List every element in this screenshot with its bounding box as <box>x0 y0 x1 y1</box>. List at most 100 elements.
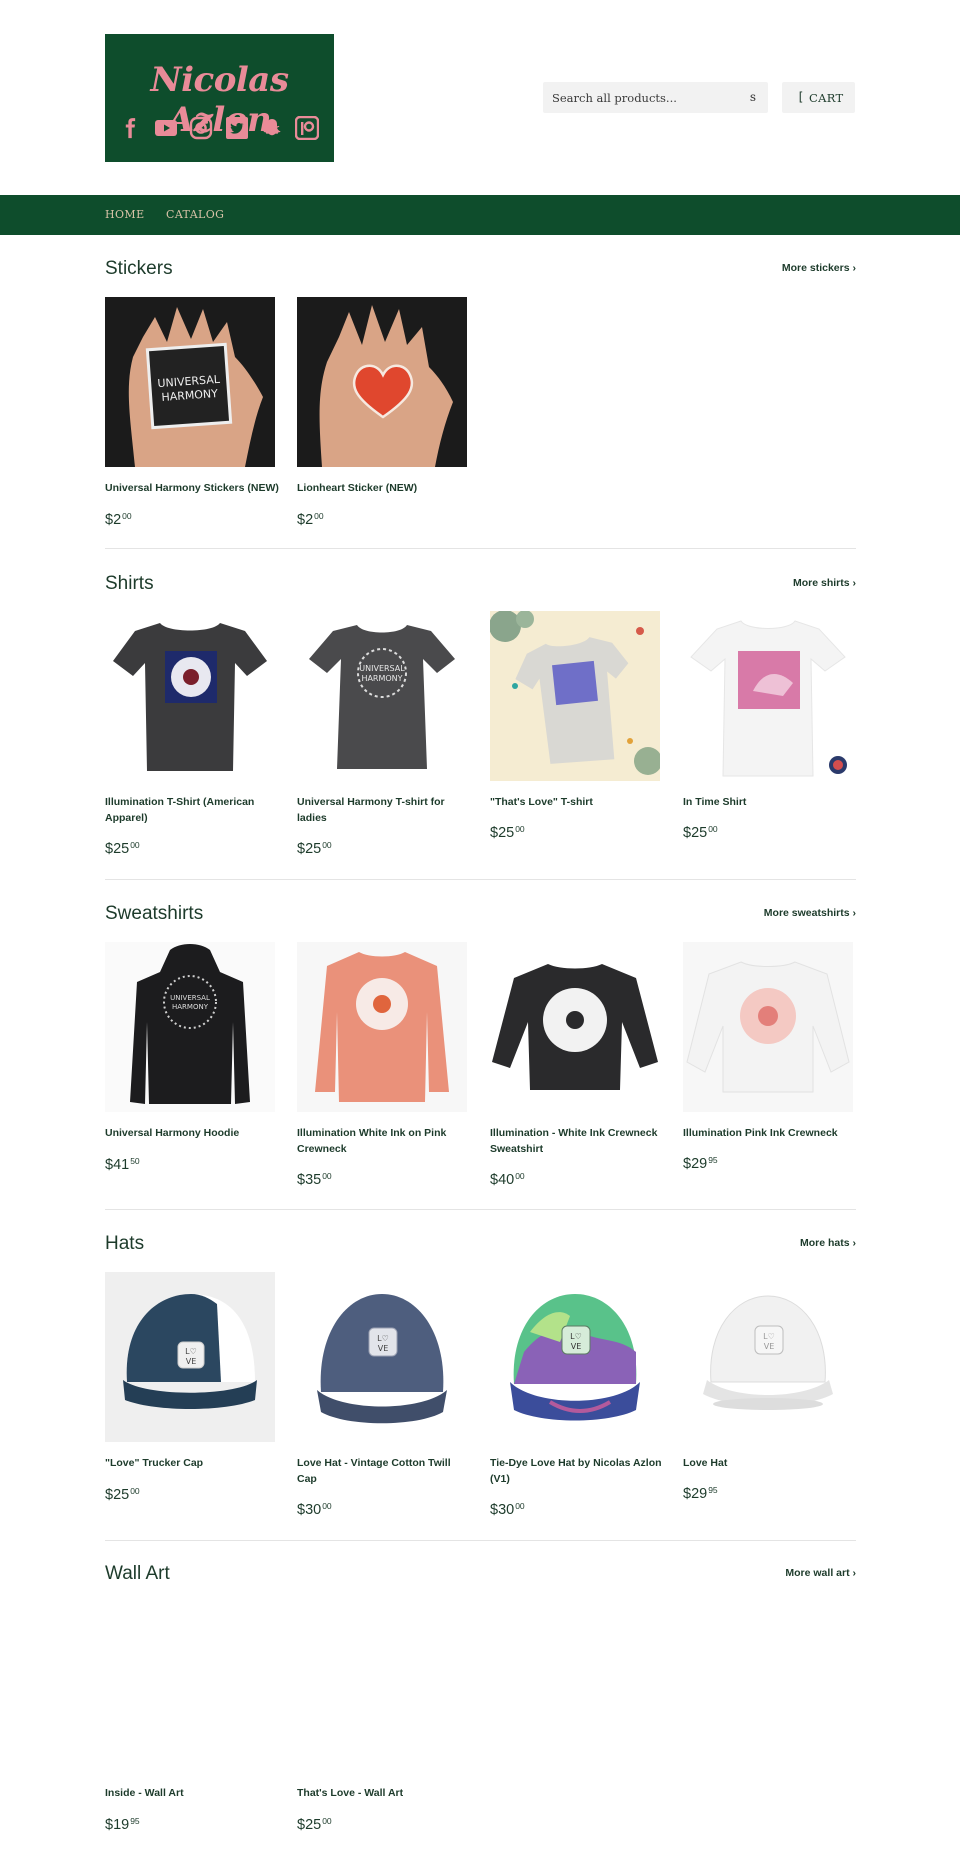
more-stickers-link[interactable]: More stickers › <box>782 262 856 274</box>
product-image[interactable]: UNIVERSAL HARMONY <box>105 942 275 1112</box>
product-name[interactable]: "That's Love" T-shirt <box>490 794 665 810</box>
product-name[interactable]: "Love" Trucker Cap <box>105 1455 280 1471</box>
product-image[interactable] <box>490 611 660 781</box>
search-icon[interactable]: s <box>746 90 760 104</box>
patreon-icon[interactable] <box>294 116 319 140</box>
product-name[interactable]: Inside - Wall Art <box>105 1785 280 1801</box>
section-hats: Hats More hats › L♡ VE "Love" Trucker Ca… <box>105 1233 856 1533</box>
product-image[interactable] <box>297 942 467 1112</box>
price-main: $25 <box>105 841 130 857</box>
price-cents: 00 <box>130 840 140 850</box>
main-nav: HOME CATALOG <box>0 195 960 235</box>
price-main: $25 <box>683 825 708 841</box>
svg-text:VE: VE <box>186 1357 197 1366</box>
section-divider <box>105 1540 856 1541</box>
price-cents: 00 <box>708 824 718 834</box>
product-name[interactable]: Universal Harmony Hoodie <box>105 1125 280 1141</box>
more-wall-art-link[interactable]: More wall art › <box>785 1567 856 1579</box>
product-name[interactable]: Love Hat <box>683 1455 858 1471</box>
price-cents: 95 <box>130 1816 140 1826</box>
more-hats-link[interactable]: More hats › <box>800 1237 856 1249</box>
more-sweatshirts-link[interactable]: More sweatshirts › <box>764 907 856 919</box>
section-wall-art: Wall Art More wall art › Inside - Wall A… <box>105 1563 856 1863</box>
svg-text:VE: VE <box>378 1344 389 1353</box>
price-cents: 00 <box>515 1171 525 1181</box>
product-price: $2500 <box>297 1816 332 1833</box>
snapchat-icon[interactable] <box>260 116 284 140</box>
svg-text:L♡: L♡ <box>377 1334 389 1343</box>
section-divider <box>105 548 856 549</box>
price-cents: 95 <box>708 1485 718 1495</box>
product-name[interactable]: Illumination T-Shirt (American Apparel) <box>105 794 280 826</box>
section-divider <box>105 879 856 880</box>
product-image[interactable]: L♡ VE <box>297 1272 467 1442</box>
price-cents: 50 <box>130 1156 140 1166</box>
search-input[interactable] <box>543 82 738 113</box>
price-main: $25 <box>297 1817 322 1833</box>
section-title: Hats <box>105 1233 145 1254</box>
svg-text:HARMONY: HARMONY <box>172 1003 209 1011</box>
product-name[interactable]: Universal Harmony Stickers (NEW) <box>105 480 280 496</box>
svg-text:UNIVERSAL: UNIVERSAL <box>170 994 210 1002</box>
product-image[interactable] <box>105 1602 275 1772</box>
price-main: $2 <box>105 512 122 528</box>
price-main: $19 <box>105 1817 130 1833</box>
cart-button[interactable]: [ CART <box>782 82 855 113</box>
product-name[interactable]: In Time Shirt <box>683 794 858 810</box>
svg-text:VE: VE <box>764 1342 775 1351</box>
svg-text:L♡: L♡ <box>570 1332 582 1341</box>
product-name[interactable]: Tie-Dye Love Hat by Nicolas Azlon (V1) <box>490 1455 665 1487</box>
product-price: $4150 <box>105 1156 140 1173</box>
price-main: $2 <box>297 512 314 528</box>
svg-text:L♡: L♡ <box>763 1332 775 1341</box>
site-logo[interactable]: Nicolas Azlon <box>105 34 334 162</box>
product-price: $200 <box>297 511 324 528</box>
product-name[interactable]: Universal Harmony T-shirt for ladies <box>297 794 472 826</box>
section-title: Wall Art <box>105 1563 170 1584</box>
nav-home[interactable]: HOME <box>105 208 145 221</box>
product-image[interactable]: L♡ VE <box>105 1272 275 1442</box>
more-shirts-link[interactable]: More shirts › <box>793 577 856 589</box>
product-price: $2995 <box>683 1155 718 1172</box>
svg-text:VE: VE <box>571 1342 582 1351</box>
section-title: Sweatshirts <box>105 903 204 924</box>
price-main: $25 <box>490 825 515 841</box>
youtube-icon[interactable] <box>154 116 178 140</box>
product-name[interactable]: That's Love - Wall Art <box>297 1785 472 1801</box>
product-image[interactable]: L♡ VE <box>683 1272 853 1442</box>
product-image[interactable] <box>490 942 660 1112</box>
product-name[interactable]: Illumination - White Ink Crewneck Sweats… <box>490 1125 665 1157</box>
site-header: Nicolas Azlon s [ CAR <box>0 0 960 195</box>
product-image[interactable]: UNIVERSAL HARMONY <box>297 611 467 781</box>
product-image[interactable] <box>105 611 275 781</box>
product-image[interactable] <box>683 942 853 1112</box>
product-image[interactable] <box>683 611 853 781</box>
instagram-icon[interactable] <box>189 116 213 140</box>
social-links <box>119 114 319 142</box>
price-cents: 00 <box>322 1816 332 1826</box>
product-image[interactable]: L♡ VE <box>490 1272 660 1442</box>
product-name[interactable]: Illumination White Ink on Pink Crewneck <box>297 1125 472 1157</box>
facebook-icon[interactable] <box>119 116 143 140</box>
product-name[interactable]: Lionheart Sticker (NEW) <box>297 480 472 496</box>
section-title: Stickers <box>105 258 173 279</box>
price-cents: 00 <box>122 511 132 521</box>
price-cents: 00 <box>322 840 332 850</box>
product-price: $2995 <box>683 1485 718 1502</box>
nav-catalog[interactable]: CATALOG <box>166 208 224 221</box>
product-price: $1995 <box>105 1816 140 1833</box>
twitter-icon[interactable] <box>225 116 249 140</box>
product-image[interactable] <box>297 297 467 467</box>
product-name[interactable]: Love Hat - Vintage Cotton Twill Cap <box>297 1455 472 1487</box>
product-price: $3000 <box>490 1501 525 1518</box>
section-shirts: Shirts More shirts › Illumination T-Shir… <box>105 573 856 873</box>
svg-text:HARMONY: HARMONY <box>361 674 402 683</box>
price-cents: 00 <box>515 824 525 834</box>
product-image[interactable] <box>297 1602 467 1772</box>
product-image[interactable]: UNIVERSAL HARMONY <box>105 297 275 467</box>
product-price: $3500 <box>297 1171 332 1188</box>
product-price: $2500 <box>105 840 140 857</box>
cart-icon: [ <box>797 90 805 104</box>
product-name[interactable]: Illumination Pink Ink Crewneck <box>683 1125 858 1141</box>
price-cents: 00 <box>322 1501 332 1511</box>
